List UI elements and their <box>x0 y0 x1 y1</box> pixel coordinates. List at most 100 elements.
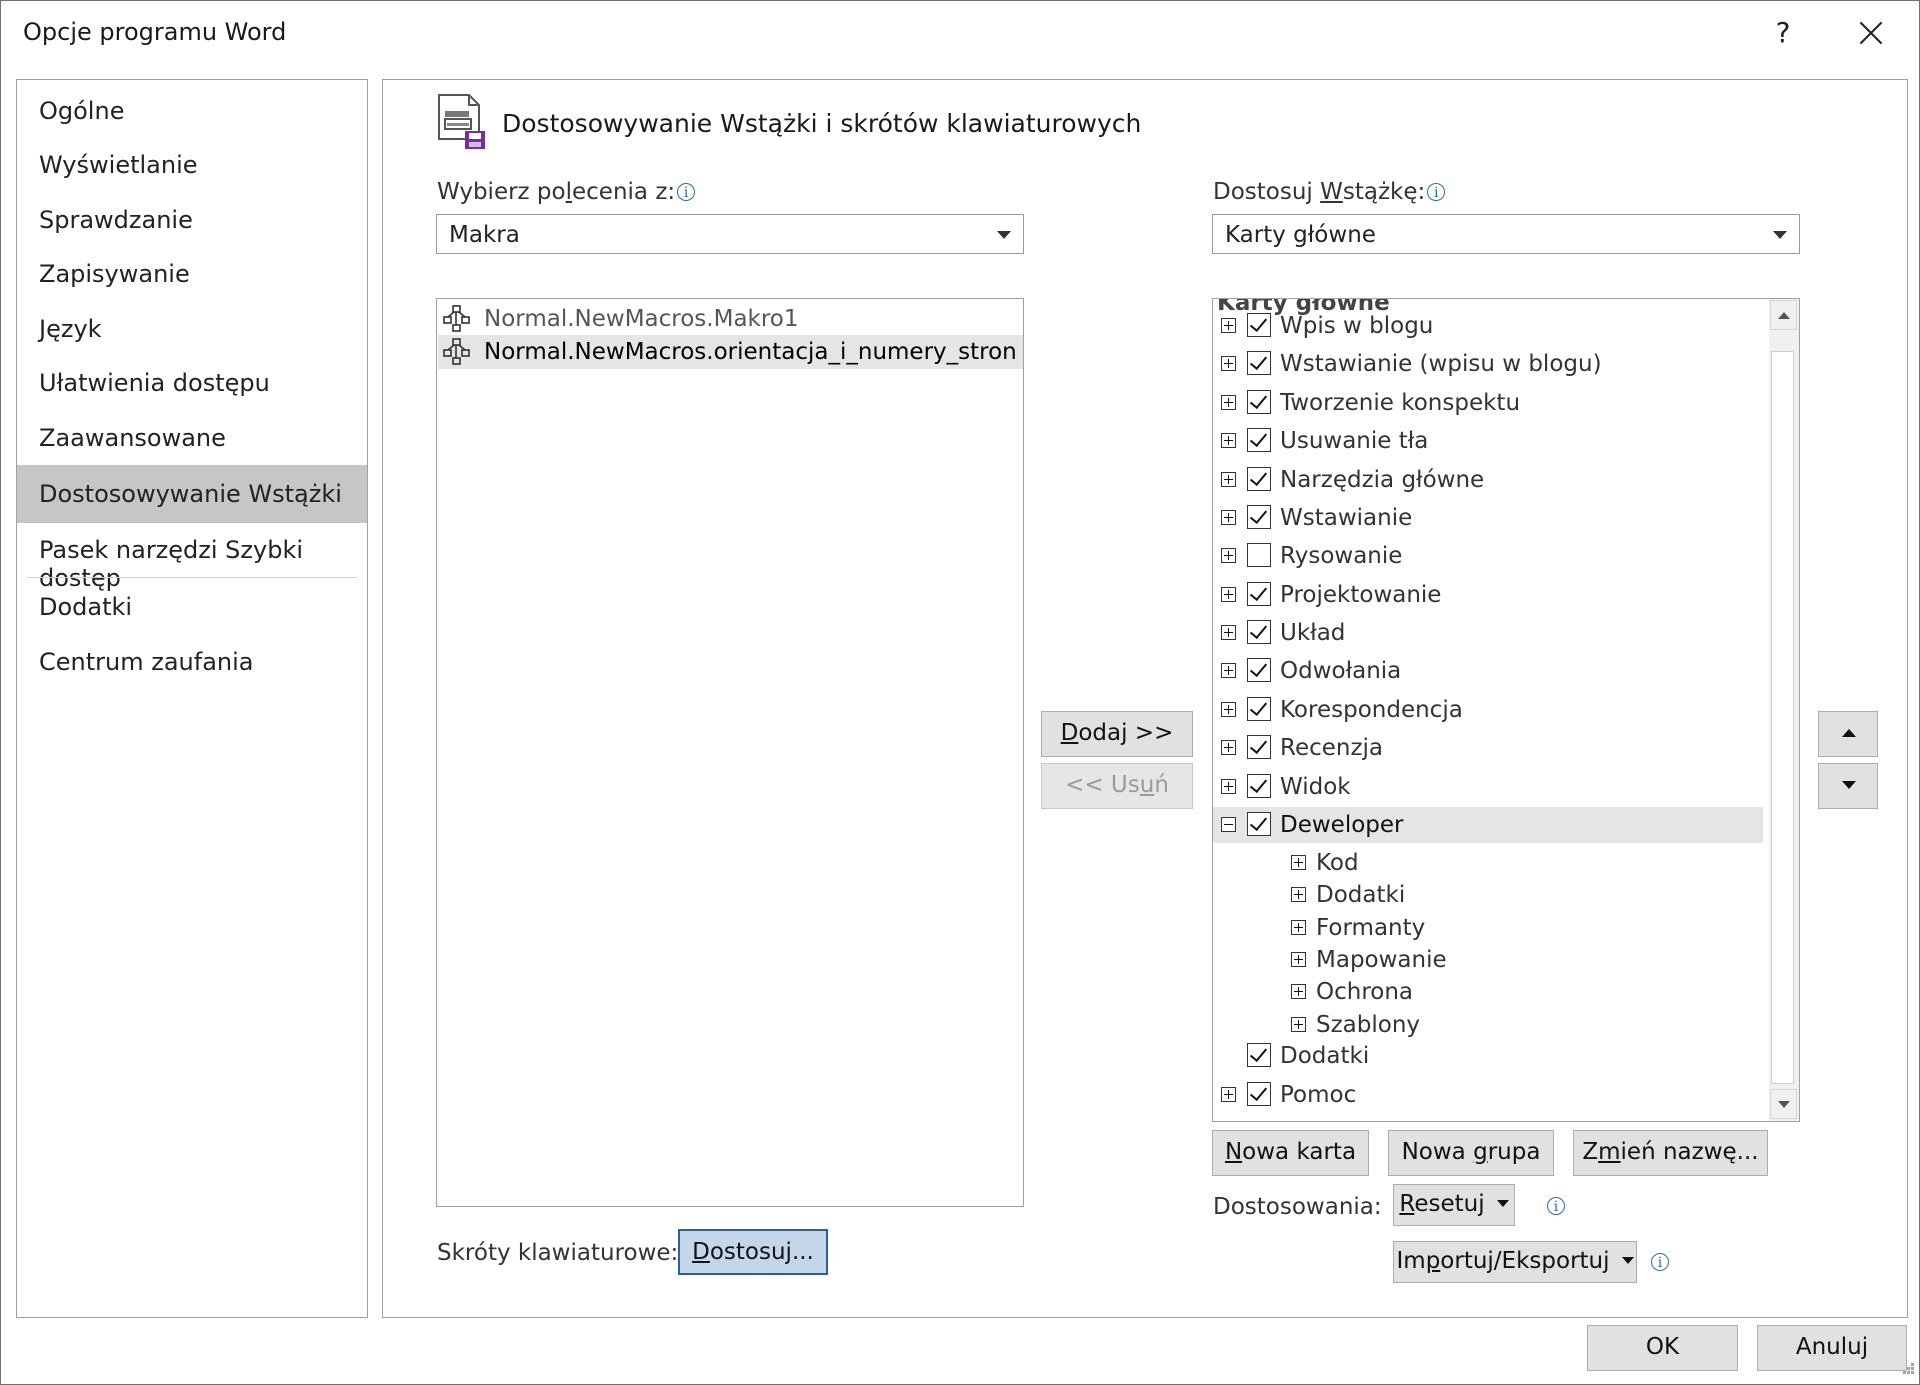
tree-row-group[interactable]: Ochrona <box>1213 976 1763 1008</box>
tree-row-tab[interactable]: Układ <box>1213 615 1763 651</box>
expand-icon[interactable] <box>1221 395 1236 410</box>
nav-item-proofing[interactable]: Sprawdzanie <box>17 193 367 247</box>
nav-item-advanced[interactable]: Zaawansowane <box>17 411 367 465</box>
expand-icon[interactable] <box>1221 740 1236 755</box>
tab-checkbox[interactable] <box>1247 313 1271 337</box>
tab-checkbox[interactable] <box>1247 812 1271 836</box>
move-up-button[interactable] <box>1818 711 1878 757</box>
tab-checkbox[interactable] <box>1247 1043 1271 1067</box>
info-icon[interactable]: i <box>1547 1197 1565 1215</box>
commands-list[interactable]: Normal.NewMacros.Makro1 Normal.NewMacros… <box>436 298 1024 1207</box>
scroll-up-icon[interactable] <box>1770 300 1797 330</box>
tree-row-tab[interactable]: Widok <box>1213 769 1763 805</box>
import-export-dropdown-button[interactable]: Importuj/Eksportuj <box>1393 1241 1637 1283</box>
tree-row-tab[interactable]: Usuwanie tła <box>1213 423 1763 459</box>
expand-icon[interactable] <box>1221 663 1236 678</box>
nav-item-add-ins[interactable]: Dodatki <box>17 580 367 634</box>
tab-checkbox[interactable] <box>1247 735 1271 759</box>
tab-checkbox[interactable] <box>1247 467 1271 491</box>
expand-icon[interactable] <box>1291 855 1306 870</box>
tree-row-tab[interactable]: Projektowanie <box>1213 577 1763 613</box>
new-group-button[interactable]: Nowa grupa <box>1388 1130 1554 1176</box>
tree-row-tab[interactable]: Wpis w blogu <box>1213 308 1763 344</box>
nav-item-save[interactable]: Zapisywanie <box>17 247 367 301</box>
reset-dropdown-button[interactable]: Resetuj <box>1393 1184 1515 1226</box>
resize-grip-icon[interactable] <box>1899 1363 1915 1379</box>
customize-shortcuts-button[interactable]: Dostosuj... <box>678 1229 828 1275</box>
tree-row-group[interactable]: Formanty <box>1213 912 1763 944</box>
expand-icon[interactable] <box>1221 702 1236 717</box>
tree-row-tab[interactable]: Wstawianie (wpisu w blogu) <box>1213 346 1763 382</box>
tree-row-tab[interactable]: Wstawianie <box>1213 500 1763 536</box>
expand-icon[interactable] <box>1291 1017 1306 1032</box>
nav-item-accessibility[interactable]: Ułatwienia dostępu <box>17 356 367 410</box>
tab-checkbox[interactable] <box>1247 658 1271 682</box>
tree-row-tab[interactable]: Recenzja <box>1213 730 1763 766</box>
info-icon[interactable]: i <box>1651 1253 1669 1271</box>
expand-icon[interactable] <box>1221 318 1236 333</box>
expand-icon[interactable] <box>1221 510 1236 525</box>
new-tab-button[interactable]: Nowa karta <box>1212 1130 1369 1176</box>
customizations-label: Dostosowania: <box>1213 1194 1382 1220</box>
tab-checkbox[interactable] <box>1247 1082 1271 1106</box>
add-button[interactable]: Dodaj >> <box>1041 711 1193 757</box>
expand-icon[interactable] <box>1221 433 1236 448</box>
expand-icon[interactable] <box>1291 920 1306 935</box>
tab-checkbox[interactable] <box>1247 620 1271 644</box>
choose-commands-dropdown[interactable]: Makra <box>436 214 1024 254</box>
remove-button[interactable]: << Usuń <box>1041 763 1193 809</box>
nav-item-quick-access-toolbar[interactable]: Pasek narzędzi Szybki dostęp <box>17 523 367 592</box>
list-item[interactable]: Normal.NewMacros.Makro1 <box>438 302 1023 336</box>
tab-checkbox[interactable] <box>1247 390 1271 414</box>
expand-icon[interactable] <box>1221 779 1236 794</box>
ribbon-tabs-tree[interactable]: Karty główne Wpis w blogu Wstawianie (wp… <box>1212 298 1800 1122</box>
nav-item-language[interactable]: Język <box>17 302 367 356</box>
tree-row-tab[interactable]: Narzędzia główne <box>1213 462 1763 498</box>
info-icon[interactable]: i <box>1427 183 1446 201</box>
collapse-icon[interactable] <box>1221 817 1236 832</box>
move-down-button[interactable] <box>1818 763 1878 809</box>
tree-row-tab[interactable]: Pomoc <box>1213 1077 1763 1113</box>
expand-icon[interactable] <box>1221 625 1236 640</box>
tree-row-group[interactable]: Dodatki <box>1213 879 1763 911</box>
nav-item-trust-center[interactable]: Centrum zaufania <box>17 635 367 689</box>
scroll-thumb[interactable] <box>1771 351 1794 1084</box>
expand-icon[interactable] <box>1221 1087 1236 1102</box>
tab-checkbox[interactable] <box>1247 774 1271 798</box>
info-icon[interactable]: i <box>677 183 696 201</box>
tree-row-tab[interactable]: Tworzenie konspektu <box>1213 385 1763 421</box>
expand-icon[interactable] <box>1291 984 1306 999</box>
tree-row-group[interactable]: Szablony <box>1213 1009 1763 1041</box>
nav-item-customize-ribbon[interactable]: Dostosowywanie Wstążki <box>17 465 367 523</box>
tree-row-tab[interactable]: Odwołania <box>1213 653 1763 689</box>
expand-icon[interactable] <box>1291 887 1306 902</box>
tab-checkbox[interactable] <box>1247 505 1271 529</box>
tree-row-tab-selected[interactable]: Deweloper <box>1213 807 1763 843</box>
expand-icon[interactable] <box>1221 548 1236 563</box>
rename-button[interactable]: Zmień nazwę... <box>1573 1130 1768 1176</box>
nav-item-general[interactable]: Ogólne <box>17 84 367 138</box>
tree-row-group[interactable]: Kod <box>1213 847 1763 879</box>
tree-scrollbar[interactable] <box>1769 299 1799 1121</box>
tree-row-tab[interactable]: Korespondencja <box>1213 692 1763 728</box>
tab-checkbox[interactable] <box>1247 582 1271 606</box>
expand-icon[interactable] <box>1221 587 1236 602</box>
scroll-down-icon[interactable] <box>1770 1089 1797 1119</box>
list-item[interactable]: Normal.NewMacros.orientacja_i_numery_str… <box>438 335 1023 369</box>
tree-row-tab[interactable]: Dodatki <box>1213 1038 1763 1074</box>
expand-icon[interactable] <box>1221 356 1236 371</box>
customize-ribbon-dropdown[interactable]: Karty główne <box>1212 214 1800 254</box>
tab-checkbox[interactable] <box>1247 543 1271 567</box>
tab-checkbox[interactable] <box>1247 697 1271 721</box>
help-button[interactable]: ? <box>1765 15 1801 51</box>
nav-item-display[interactable]: Wyświetlanie <box>17 138 367 192</box>
tab-checkbox[interactable] <box>1247 351 1271 375</box>
tab-checkbox[interactable] <box>1247 428 1271 452</box>
tree-row-tab[interactable]: Rysowanie <box>1213 538 1763 574</box>
cancel-button[interactable]: Anuluj <box>1757 1325 1907 1371</box>
tree-row-group[interactable]: Mapowanie <box>1213 944 1763 976</box>
close-icon[interactable] <box>1853 15 1889 51</box>
expand-icon[interactable] <box>1221 472 1236 487</box>
ok-button[interactable]: OK <box>1587 1325 1738 1371</box>
expand-icon[interactable] <box>1291 952 1306 967</box>
